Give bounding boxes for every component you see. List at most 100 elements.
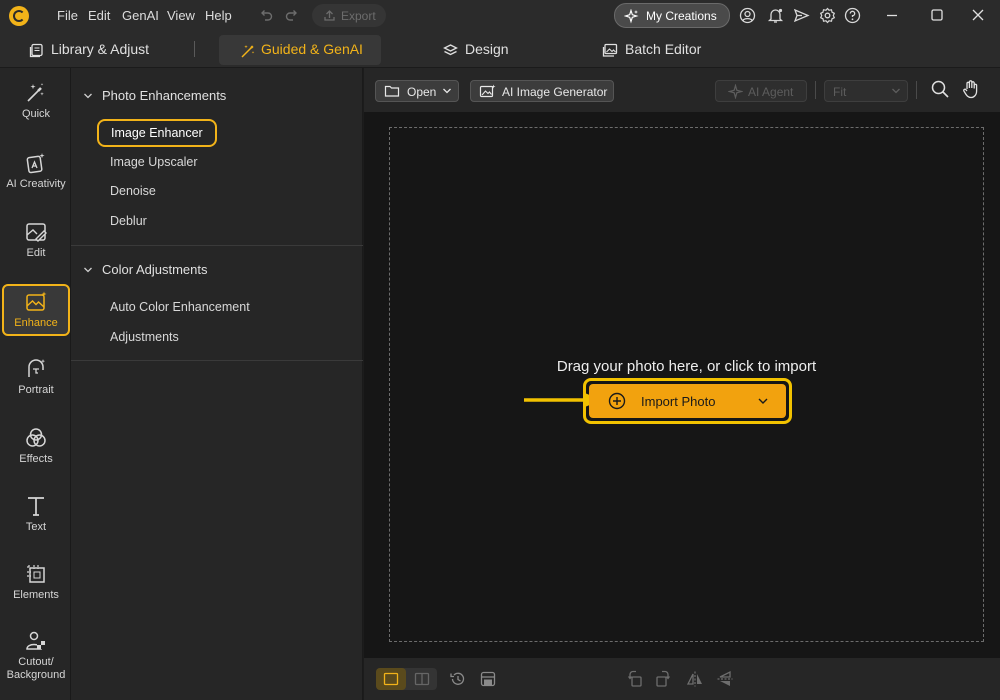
- canvas-bottom-bar: [364, 658, 1000, 700]
- item-denoise[interactable]: Denoise: [110, 184, 156, 198]
- notification-bell-icon[interactable]: [767, 7, 784, 24]
- import-photo-label: Import Photo: [641, 394, 716, 409]
- hand-pan-icon[interactable]: [961, 79, 981, 99]
- account-icon[interactable]: [739, 7, 756, 24]
- magic-wand-icon: [241, 45, 255, 58]
- enhance-photo-icon: [26, 291, 47, 311]
- drop-prompt: Drag your photo here, or click to import: [556, 358, 817, 375]
- rail-label-quick: Quick: [21, 108, 51, 120]
- rail-label-background: Background: [6, 669, 66, 681]
- settings-gear-icon[interactable]: [819, 7, 836, 24]
- close-icon[interactable]: [970, 7, 986, 23]
- item-deblur[interactable]: Deblur: [110, 214, 147, 228]
- zoom-select[interactable]: Fit: [824, 80, 908, 102]
- menu-edit[interactable]: Edit: [88, 8, 110, 23]
- item-auto-color-enhancement[interactable]: Auto Color Enhancement: [110, 300, 250, 314]
- rail-item-text[interactable]: Text: [2, 494, 70, 534]
- rail-item-quick[interactable]: Quick: [2, 81, 70, 121]
- rail-item-portrait[interactable]: Portrait: [2, 357, 70, 397]
- view-mode-toggle[interactable]: [376, 668, 437, 690]
- export-button[interactable]: Export: [312, 4, 386, 27]
- item-image-upscaler[interactable]: Image Upscaler: [110, 155, 198, 169]
- ai-agent-sparkle-icon: [728, 84, 743, 99]
- rail-label-text: Text: [25, 521, 47, 533]
- rail-label-enhance: Enhance: [14, 317, 58, 329]
- tab-guided-genai[interactable]: Guided & GenAI: [219, 35, 381, 65]
- maximize-icon[interactable]: [929, 7, 945, 23]
- effects-circles-icon: [26, 428, 46, 447]
- folder-icon: [384, 85, 400, 97]
- menu-help[interactable]: Help: [205, 8, 232, 23]
- menu-genai[interactable]: GenAI: [122, 8, 159, 23]
- section-divider: [71, 360, 363, 361]
- snapshot-icon[interactable]: [479, 670, 497, 688]
- single-view-button[interactable]: [376, 668, 406, 690]
- mode-tab-bar: Library & Adjust Guided & GenAI Design B…: [0, 32, 1000, 68]
- redo-icon[interactable]: [284, 7, 300, 23]
- rail-item-edit[interactable]: Edit: [2, 220, 70, 260]
- tab-library-label: Library & Adjust: [51, 41, 150, 57]
- history-icon[interactable]: [449, 670, 467, 688]
- rotate-left-icon[interactable]: [627, 670, 645, 688]
- announcement-icon[interactable]: [793, 7, 811, 24]
- layers-icon: [443, 44, 458, 56]
- zoom-value: Fit: [833, 85, 847, 99]
- section-photo-enhancements[interactable]: Photo Enhancements: [83, 88, 283, 106]
- my-creations-button[interactable]: My Creations: [614, 3, 730, 28]
- help-icon[interactable]: [844, 7, 861, 24]
- app-logo-icon: [9, 6, 29, 26]
- rail-label-elements: Elements: [13, 589, 59, 601]
- drop-zone[interactable]: Drag your photo here, or click to import…: [389, 127, 984, 642]
- ai-image-generator-button[interactable]: AI Image Generator: [470, 80, 614, 102]
- chevron-down-icon: [84, 93, 92, 99]
- open-button[interactable]: Open: [375, 80, 459, 102]
- ai-agent-label: AI Agent: [748, 85, 794, 99]
- split-view-icon: [414, 672, 430, 686]
- cutout-person-icon: [26, 631, 45, 650]
- rail-label-ai-creativity: AI Creativity: [6, 178, 66, 190]
- compare-view-button[interactable]: [407, 668, 437, 690]
- tab-design[interactable]: Design: [443, 35, 523, 65]
- tab-batch-editor[interactable]: Batch Editor: [602, 35, 712, 65]
- tab-guided-label: Guided & GenAI: [261, 41, 363, 57]
- import-photo-button[interactable]: Import Photo: [589, 384, 786, 418]
- add-circle-icon: [608, 392, 626, 410]
- tab-separator: [194, 41, 195, 57]
- photo-canvas[interactable]: Drag your photo here, or click to import…: [364, 112, 1000, 658]
- sparkle-icon: [624, 9, 639, 24]
- item-image-enhancer[interactable]: Image Enhancer: [97, 119, 217, 147]
- toolbar-separator: [815, 81, 816, 99]
- canvas-toolbar: Open AI Image Generator AI Agent Fit: [364, 68, 1000, 112]
- item-adjustments[interactable]: Adjustments: [110, 330, 179, 344]
- magnifier-search-icon[interactable]: [930, 79, 950, 99]
- minimize-icon[interactable]: [884, 7, 900, 23]
- rail-item-ai-creativity[interactable]: AI Creativity: [2, 151, 70, 191]
- chevron-down-icon: [758, 398, 768, 404]
- library-icon: [29, 43, 43, 58]
- rail-item-effects[interactable]: Effects: [2, 426, 70, 466]
- batch-images-icon: [602, 43, 618, 57]
- title-bar: File Edit GenAI View Help Export My Crea…: [0, 0, 1000, 32]
- single-view-icon: [383, 672, 399, 686]
- magic-wand-icon: [27, 83, 44, 102]
- rail-item-cutout-background[interactable]: Cutout/ Background: [2, 629, 70, 682]
- menu-file[interactable]: File: [57, 8, 78, 23]
- portrait-face-icon: [28, 359, 46, 377]
- tab-design-label: Design: [465, 41, 509, 57]
- rail-item-elements[interactable]: Elements: [2, 562, 70, 602]
- export-label: Export: [341, 9, 376, 23]
- rail-label-cutout: Cutout/: [18, 656, 54, 668]
- rotate-right-icon[interactable]: [653, 670, 671, 688]
- rail-item-enhance[interactable]: Enhance: [2, 284, 70, 336]
- flip-horizontal-icon[interactable]: [686, 670, 704, 688]
- flip-vertical-icon[interactable]: [716, 670, 734, 688]
- text-t-icon: [28, 497, 44, 516]
- tab-batch-label: Batch Editor: [625, 41, 702, 57]
- menu-view[interactable]: View: [167, 8, 195, 23]
- section-color-title: Color Adjustments: [102, 262, 208, 277]
- ai-agent-button[interactable]: AI Agent: [715, 80, 807, 102]
- undo-icon[interactable]: [258, 7, 274, 23]
- section-color-adjustments[interactable]: Color Adjustments: [83, 262, 283, 280]
- section-divider: [71, 245, 363, 246]
- tab-library-adjust[interactable]: Library & Adjust: [29, 35, 169, 65]
